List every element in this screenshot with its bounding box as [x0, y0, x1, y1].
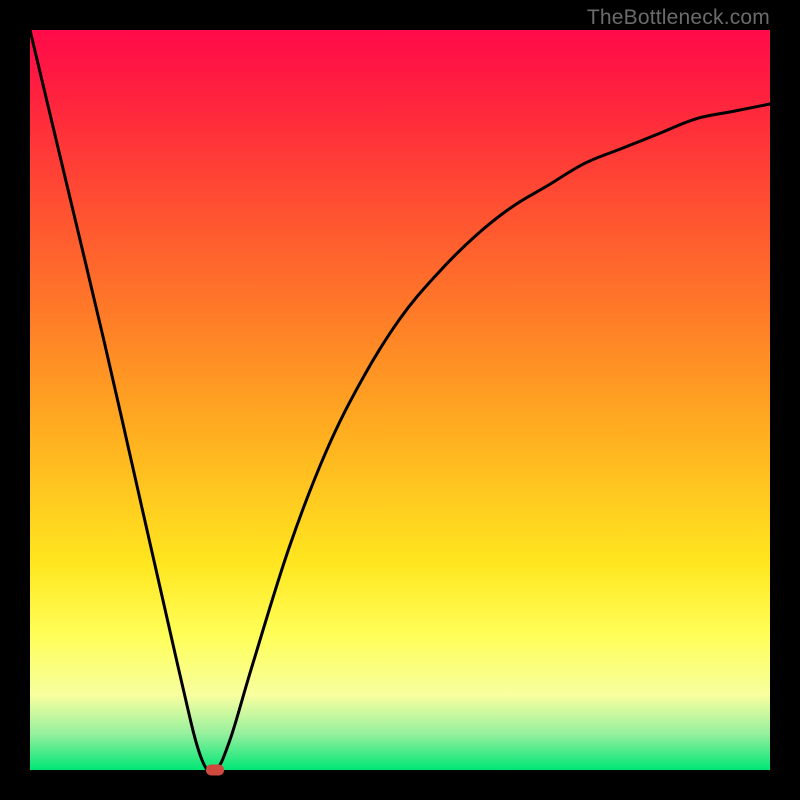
plot-area — [30, 30, 770, 770]
bottleneck-curve — [30, 30, 770, 770]
chart-frame: TheBottleneck.com — [0, 0, 800, 800]
min-marker — [206, 765, 224, 776]
curve-svg — [30, 30, 770, 770]
watermark-text: TheBottleneck.com — [587, 6, 770, 30]
